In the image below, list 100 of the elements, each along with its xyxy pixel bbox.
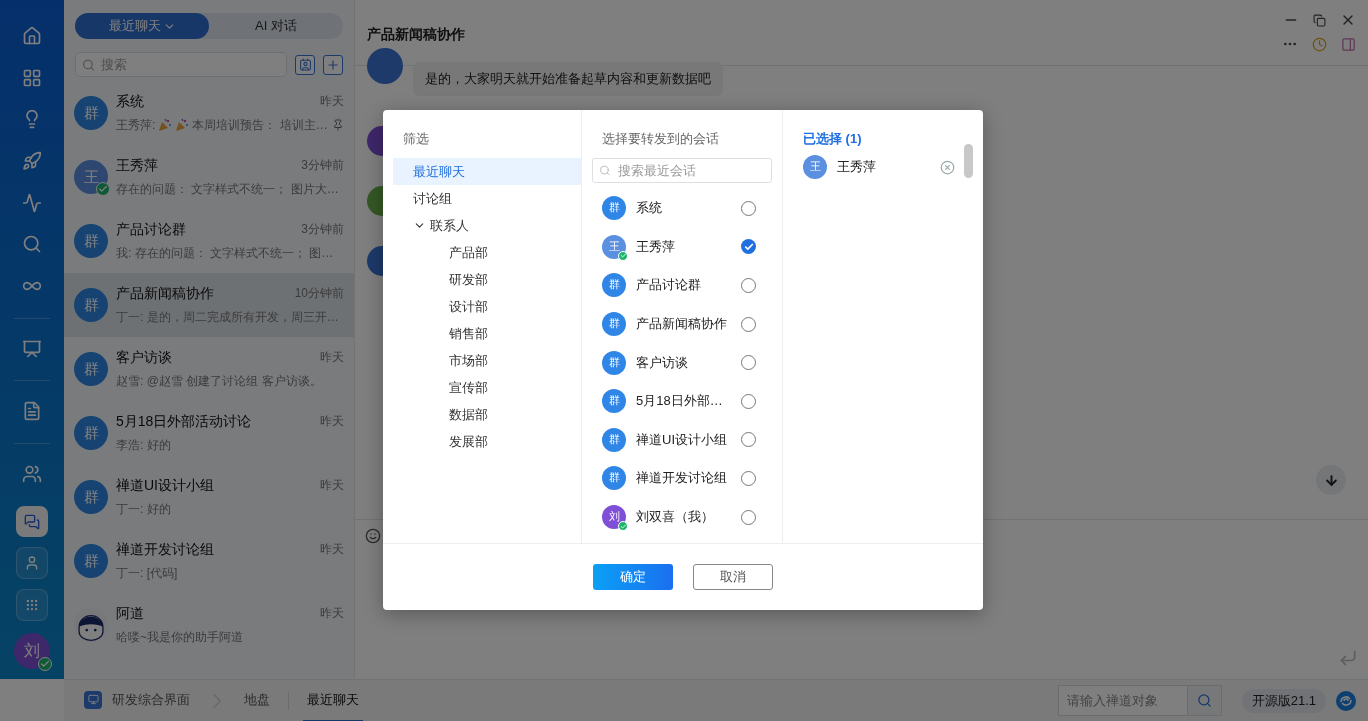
message-preview: 哈喽~我是你的助手阿道 xyxy=(116,628,243,646)
conversation-time: 昨天 xyxy=(320,477,344,494)
chat-bubbles-button[interactable] xyxy=(16,505,48,538)
conversation-name: 系统 xyxy=(116,92,144,111)
filter-item[interactable]: 联系人 xyxy=(393,212,581,239)
conversation-option[interactable]: 群 禅道UI设计小组 xyxy=(582,420,782,460)
select-checkbox[interactable] xyxy=(741,432,756,448)
scroll-down-button[interactable] xyxy=(1316,465,1346,495)
filter-item[interactable]: 数据部 xyxy=(393,401,581,428)
search-icon xyxy=(1196,693,1212,708)
conversation-item[interactable]: 群 客户访谈 昨天 赵雪: @赵雪 创建了讨论组 客户访谈。 xyxy=(64,337,354,401)
filter-item[interactable]: 销售部 xyxy=(393,320,581,347)
check-icon xyxy=(743,241,754,252)
clock-icon[interactable] xyxy=(1312,36,1327,52)
conversation-time: 昨天 xyxy=(320,413,344,430)
filter-item[interactable]: 设计部 xyxy=(393,293,581,320)
conversation-name: 刘双喜（我） xyxy=(636,508,715,527)
message-preview: 赵雪: @赵雪 创建了讨论组 客户访谈。 xyxy=(116,372,322,390)
contact-card-button[interactable] xyxy=(295,54,315,75)
conversation-time: 3分钟前 xyxy=(301,221,344,238)
tab[interactable]: AI 对话 xyxy=(209,13,343,39)
select-checkbox[interactable] xyxy=(741,278,756,293)
arrow-down-icon xyxy=(1323,472,1339,488)
avatar: 群 xyxy=(74,480,108,514)
emoji-icon[interactable] xyxy=(365,528,381,544)
column-title: 筛选 xyxy=(402,130,430,148)
contact-card-icon xyxy=(298,58,312,71)
avatar: 王 xyxy=(803,155,827,179)
avatar: 群 xyxy=(74,352,108,386)
conversation-option[interactable]: 群 产品新闻稿协作 xyxy=(582,304,782,344)
filter-item[interactable]: 市场部 xyxy=(393,347,581,374)
conversation-item[interactable]: 群 5月18日外部活动讨论 昨天 李浩: 好的 xyxy=(64,401,354,465)
confirm-button[interactable]: 确定 xyxy=(593,564,673,590)
filter-item[interactable]: 宣传部 xyxy=(393,374,581,401)
send-icon[interactable] xyxy=(1338,648,1358,668)
avatar: 群 xyxy=(602,312,626,337)
select-checkbox[interactable] xyxy=(741,316,756,332)
plus-icon xyxy=(326,57,340,72)
conversation-name: 5月18日外部活动讨论 xyxy=(116,412,252,431)
search-icon xyxy=(599,164,611,177)
conversation-name: 客户访谈 xyxy=(636,353,689,372)
select-checkbox[interactable] xyxy=(741,470,756,486)
restore-icon[interactable] xyxy=(1313,13,1326,27)
conversation-name: 产品讨论群 xyxy=(636,276,702,295)
selected-name: 王秀萍 xyxy=(837,158,877,176)
conversation-option[interactable]: 刘 刘双喜（我） xyxy=(582,497,782,537)
breadcrumb[interactable]: 最近聊天 xyxy=(303,679,363,721)
conversation-item[interactable]: 阿道 昨天 哈喽~我是你的助手阿道 xyxy=(64,593,354,657)
avatar: 群 xyxy=(74,224,108,258)
conversation-time: 昨天 xyxy=(320,605,344,622)
add-button[interactable] xyxy=(323,54,343,75)
conversation-option[interactable]: 群 产品讨论群 xyxy=(582,266,782,305)
side-panel-icon[interactable] xyxy=(1341,36,1356,52)
cancel-button[interactable]: 取消 xyxy=(693,564,773,590)
select-checkbox[interactable] xyxy=(741,355,756,371)
column-title: 选择要转发到的会话 xyxy=(601,130,720,148)
search-field[interactable]: 搜索最近会话 xyxy=(592,158,772,183)
message-bubble: 是的，大家明天就开始准备起草内容和更新数据吧 xyxy=(413,62,723,96)
avatar: 群 xyxy=(602,350,626,375)
conversation-name: 禅道开发讨论组 xyxy=(116,540,214,559)
filter-item[interactable]: 产品部 xyxy=(393,239,581,266)
conversation-option[interactable]: 群 5月18日外部… xyxy=(582,381,782,421)
conversation-name: 禅道UI设计小组 xyxy=(636,430,728,449)
avatar: 群 xyxy=(602,196,626,221)
avatar xyxy=(367,48,403,84)
avatar: 王 xyxy=(602,234,626,259)
select-checkbox[interactable] xyxy=(741,509,756,525)
remove-icon[interactable] xyxy=(940,159,955,175)
conversation-option[interactable]: 群 系统 xyxy=(582,189,782,228)
conversation-name: 禅道开发讨论组 xyxy=(636,469,728,488)
conversation-option[interactable]: 群 禅道开发讨论组 xyxy=(582,459,782,498)
filter-item[interactable]: 讨论组 xyxy=(393,185,581,212)
conversation-time: 昨天 xyxy=(320,349,344,366)
conversation-name: 王秀萍 xyxy=(116,156,158,175)
monitor-icon xyxy=(84,690,102,709)
select-checkbox[interactable] xyxy=(741,393,756,409)
avatar: 群 xyxy=(74,288,108,322)
conversation-option[interactable]: 群 客户访谈 xyxy=(582,343,782,382)
select-checkbox[interactable] xyxy=(741,200,756,216)
conversation-name: 产品讨论群 xyxy=(116,220,186,239)
select-checkbox[interactable] xyxy=(741,239,756,255)
conversation-name: 阿道 xyxy=(116,604,144,623)
conversation-name: 王秀萍 xyxy=(636,237,676,256)
swirl-logo-icon xyxy=(1336,690,1356,711)
search-input[interactable]: 搜索最近会话 xyxy=(615,162,771,179)
avatar: 群 xyxy=(602,389,626,414)
message-preview: 李浩: 好的 xyxy=(116,436,171,454)
scrollbar-thumb[interactable] xyxy=(964,144,973,178)
avatar: 群 xyxy=(602,273,626,298)
conversation-option[interactable]: 王 王秀萍 xyxy=(582,227,782,267)
filter-item[interactable]: 最近聊天 xyxy=(393,158,581,185)
search-button[interactable] xyxy=(1186,686,1221,715)
search-icon xyxy=(82,57,95,72)
filter-item[interactable]: 研发部 xyxy=(393,266,581,293)
conversation-name: 系统 xyxy=(636,199,663,218)
avatar: 群 xyxy=(602,466,626,491)
conversation-time: 昨天 xyxy=(320,93,344,110)
avatar: 王 xyxy=(74,160,108,194)
message-sender: 王秀萍: xyxy=(116,116,156,134)
filter-item[interactable]: 发展部 xyxy=(393,428,581,455)
